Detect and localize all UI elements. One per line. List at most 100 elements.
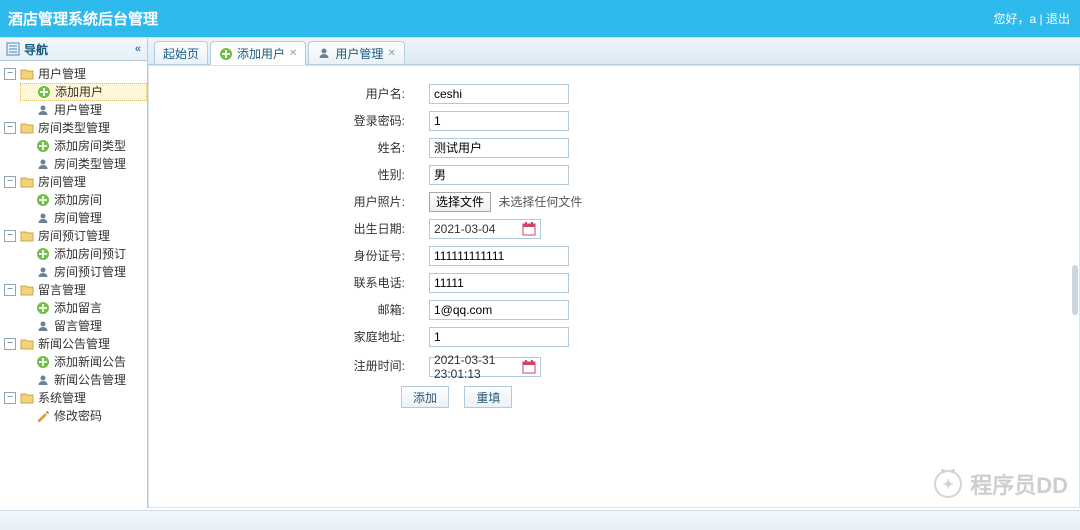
label-gender: 性别: — [149, 161, 429, 188]
folder-icon — [19, 229, 35, 243]
input-birthday[interactable]: 2021-03-04 — [429, 219, 541, 239]
tree-item[interactable]: 新闻公告管理 — [20, 371, 147, 389]
collapse-sidebar-button[interactable]: « — [135, 43, 141, 55]
sidebar-title: 导航 — [24, 41, 48, 58]
tree-group[interactable]: − 系统管理 — [4, 389, 147, 407]
tree-item[interactable]: 房间管理 — [20, 209, 147, 227]
tree-toggle[interactable]: − — [4, 176, 16, 188]
tree-group-label[interactable]: 系统管理 — [38, 389, 86, 407]
input-address[interactable] — [429, 327, 569, 347]
tree-group[interactable]: − 房间管理 — [4, 173, 147, 191]
tree-item[interactable]: 添加新闻公告 — [20, 353, 147, 371]
tree-toggle[interactable]: − — [4, 338, 16, 350]
main-area: 起始页添加用户✕用户管理✕ 用户名: 登录密码: 姓名: 性别: — [148, 38, 1080, 508]
input-idcard[interactable] — [429, 246, 569, 266]
add-icon — [35, 247, 51, 261]
label-username: 用户名: — [149, 80, 429, 107]
input-realname[interactable] — [429, 138, 569, 158]
tree-item[interactable]: 用户管理 — [20, 101, 147, 119]
input-password[interactable] — [429, 111, 569, 131]
tab[interactable]: 用户管理✕ — [308, 41, 404, 64]
tree-item[interactable]: 添加用户 — [20, 83, 147, 101]
greeting-text: 您好，a — [994, 12, 1037, 26]
calendar-icon[interactable] — [522, 360, 536, 374]
tree-item-label[interactable]: 添加房间 — [54, 191, 102, 209]
nav-icon — [6, 42, 20, 56]
tree-group-label[interactable]: 新闻公告管理 — [38, 335, 110, 353]
input-regtime[interactable]: 2021-03-31 23:01:13 — [429, 357, 541, 377]
tree-item-label[interactable]: 房间预订管理 — [54, 263, 126, 281]
tree-item[interactable]: 房间预订管理 — [20, 263, 147, 281]
tree-item[interactable]: 留言管理 — [20, 317, 147, 335]
tree-group-label[interactable]: 留言管理 — [38, 281, 86, 299]
tree-item[interactable]: 房间类型管理 — [20, 155, 147, 173]
logout-link[interactable]: 退出 — [1046, 12, 1070, 26]
tree-item-label[interactable]: 添加房间预订 — [54, 245, 126, 263]
tree-item-label[interactable]: 修改密码 — [54, 407, 102, 425]
add-icon — [219, 47, 233, 61]
tree-item-label[interactable]: 添加房间类型 — [54, 137, 126, 155]
tree-toggle[interactable]: − — [4, 284, 16, 296]
tree-item-label[interactable]: 用户管理 — [54, 101, 102, 119]
tree-toggle[interactable]: − — [4, 122, 16, 134]
sidebar: 导航 « − 用户管理添加用户用户管理 − 房间类型管理添加房间类型房间类型管理 − 房间… — [0, 38, 148, 508]
scrollbar-thumb[interactable] — [1072, 265, 1078, 315]
calendar-icon[interactable] — [522, 222, 536, 236]
input-username[interactable] — [429, 84, 569, 104]
tree-item-label[interactable]: 留言管理 — [54, 317, 102, 335]
tree-item[interactable]: 添加房间预订 — [20, 245, 147, 263]
tree-item-label[interactable]: 添加留言 — [54, 299, 102, 317]
folder-icon — [19, 283, 35, 297]
tab-close-button[interactable]: ✕ — [387, 48, 395, 59]
tree-group-label[interactable]: 房间管理 — [38, 173, 86, 191]
tree-item[interactable]: 添加房间类型 — [20, 137, 147, 155]
input-gender[interactable] — [429, 165, 569, 185]
tree-group[interactable]: − 留言管理 — [4, 281, 147, 299]
tab[interactable]: 添加用户✕ — [210, 41, 306, 65]
label-address: 家庭地址: — [149, 323, 429, 350]
add-icon — [36, 85, 52, 99]
tree-item-label[interactable]: 房间管理 — [54, 209, 102, 227]
input-email[interactable] — [429, 300, 569, 320]
file-status-text: 未选择任何文件 — [498, 195, 582, 209]
submit-button[interactable]: 添加 — [401, 386, 449, 408]
input-phone[interactable] — [429, 273, 569, 293]
tree-toggle[interactable]: − — [4, 392, 16, 404]
tree-group-label[interactable]: 用户管理 — [38, 65, 86, 83]
add-user-form: 用户名: 登录密码: 姓名: 性别: 用户照片: — [149, 80, 582, 380]
folder-icon — [19, 67, 35, 81]
label-idcard: 身份证号: — [149, 242, 429, 269]
tree-item-label[interactable]: 新闻公告管理 — [54, 371, 126, 389]
add-icon — [35, 355, 51, 369]
status-bar — [0, 510, 1080, 530]
folder-icon — [19, 391, 35, 405]
tree-toggle[interactable]: − — [4, 230, 16, 242]
user-icon — [35, 103, 51, 117]
tree-group-label[interactable]: 房间类型管理 — [38, 119, 110, 137]
tree-group[interactable]: − 房间类型管理 — [4, 119, 147, 137]
wechat-icon: ✦ — [934, 470, 962, 498]
user-icon — [35, 265, 51, 279]
add-icon — [35, 301, 51, 315]
reset-button[interactable]: 重填 — [464, 386, 512, 408]
tree-group[interactable]: − 新闻公告管理 — [4, 335, 147, 353]
tree-group[interactable]: − 用户管理 — [4, 65, 147, 83]
tree-item-label[interactable]: 添加用户 — [55, 83, 103, 101]
label-regtime: 注册时间: — [149, 350, 429, 380]
tab[interactable]: 起始页 — [154, 41, 208, 64]
nav-tree: −用户管理添加用户用户管理−房间类型管理添加房间类型房间类型管理−房间管理添加房… — [0, 61, 147, 425]
tree-item[interactable]: 添加房间 — [20, 191, 147, 209]
tree-item[interactable]: 添加留言 — [20, 299, 147, 317]
tree-item-label[interactable]: 房间类型管理 — [54, 155, 126, 173]
label-email: 邮箱: — [149, 296, 429, 323]
tree-toggle[interactable]: − — [4, 68, 16, 80]
user-box: 您好，a | 退出 — [994, 10, 1071, 27]
tree-item-label[interactable]: 添加新闻公告 — [54, 353, 126, 371]
tree-group-label[interactable]: 房间预订管理 — [38, 227, 110, 245]
tree-group[interactable]: − 房间预订管理 — [4, 227, 147, 245]
tab-close-button[interactable]: ✕ — [289, 48, 297, 59]
choose-file-button[interactable]: 选择文件 — [429, 192, 491, 212]
sidebar-header: 导航 « — [0, 38, 147, 61]
tree-item[interactable]: 修改密码 — [20, 407, 147, 425]
folder-icon — [19, 175, 35, 189]
